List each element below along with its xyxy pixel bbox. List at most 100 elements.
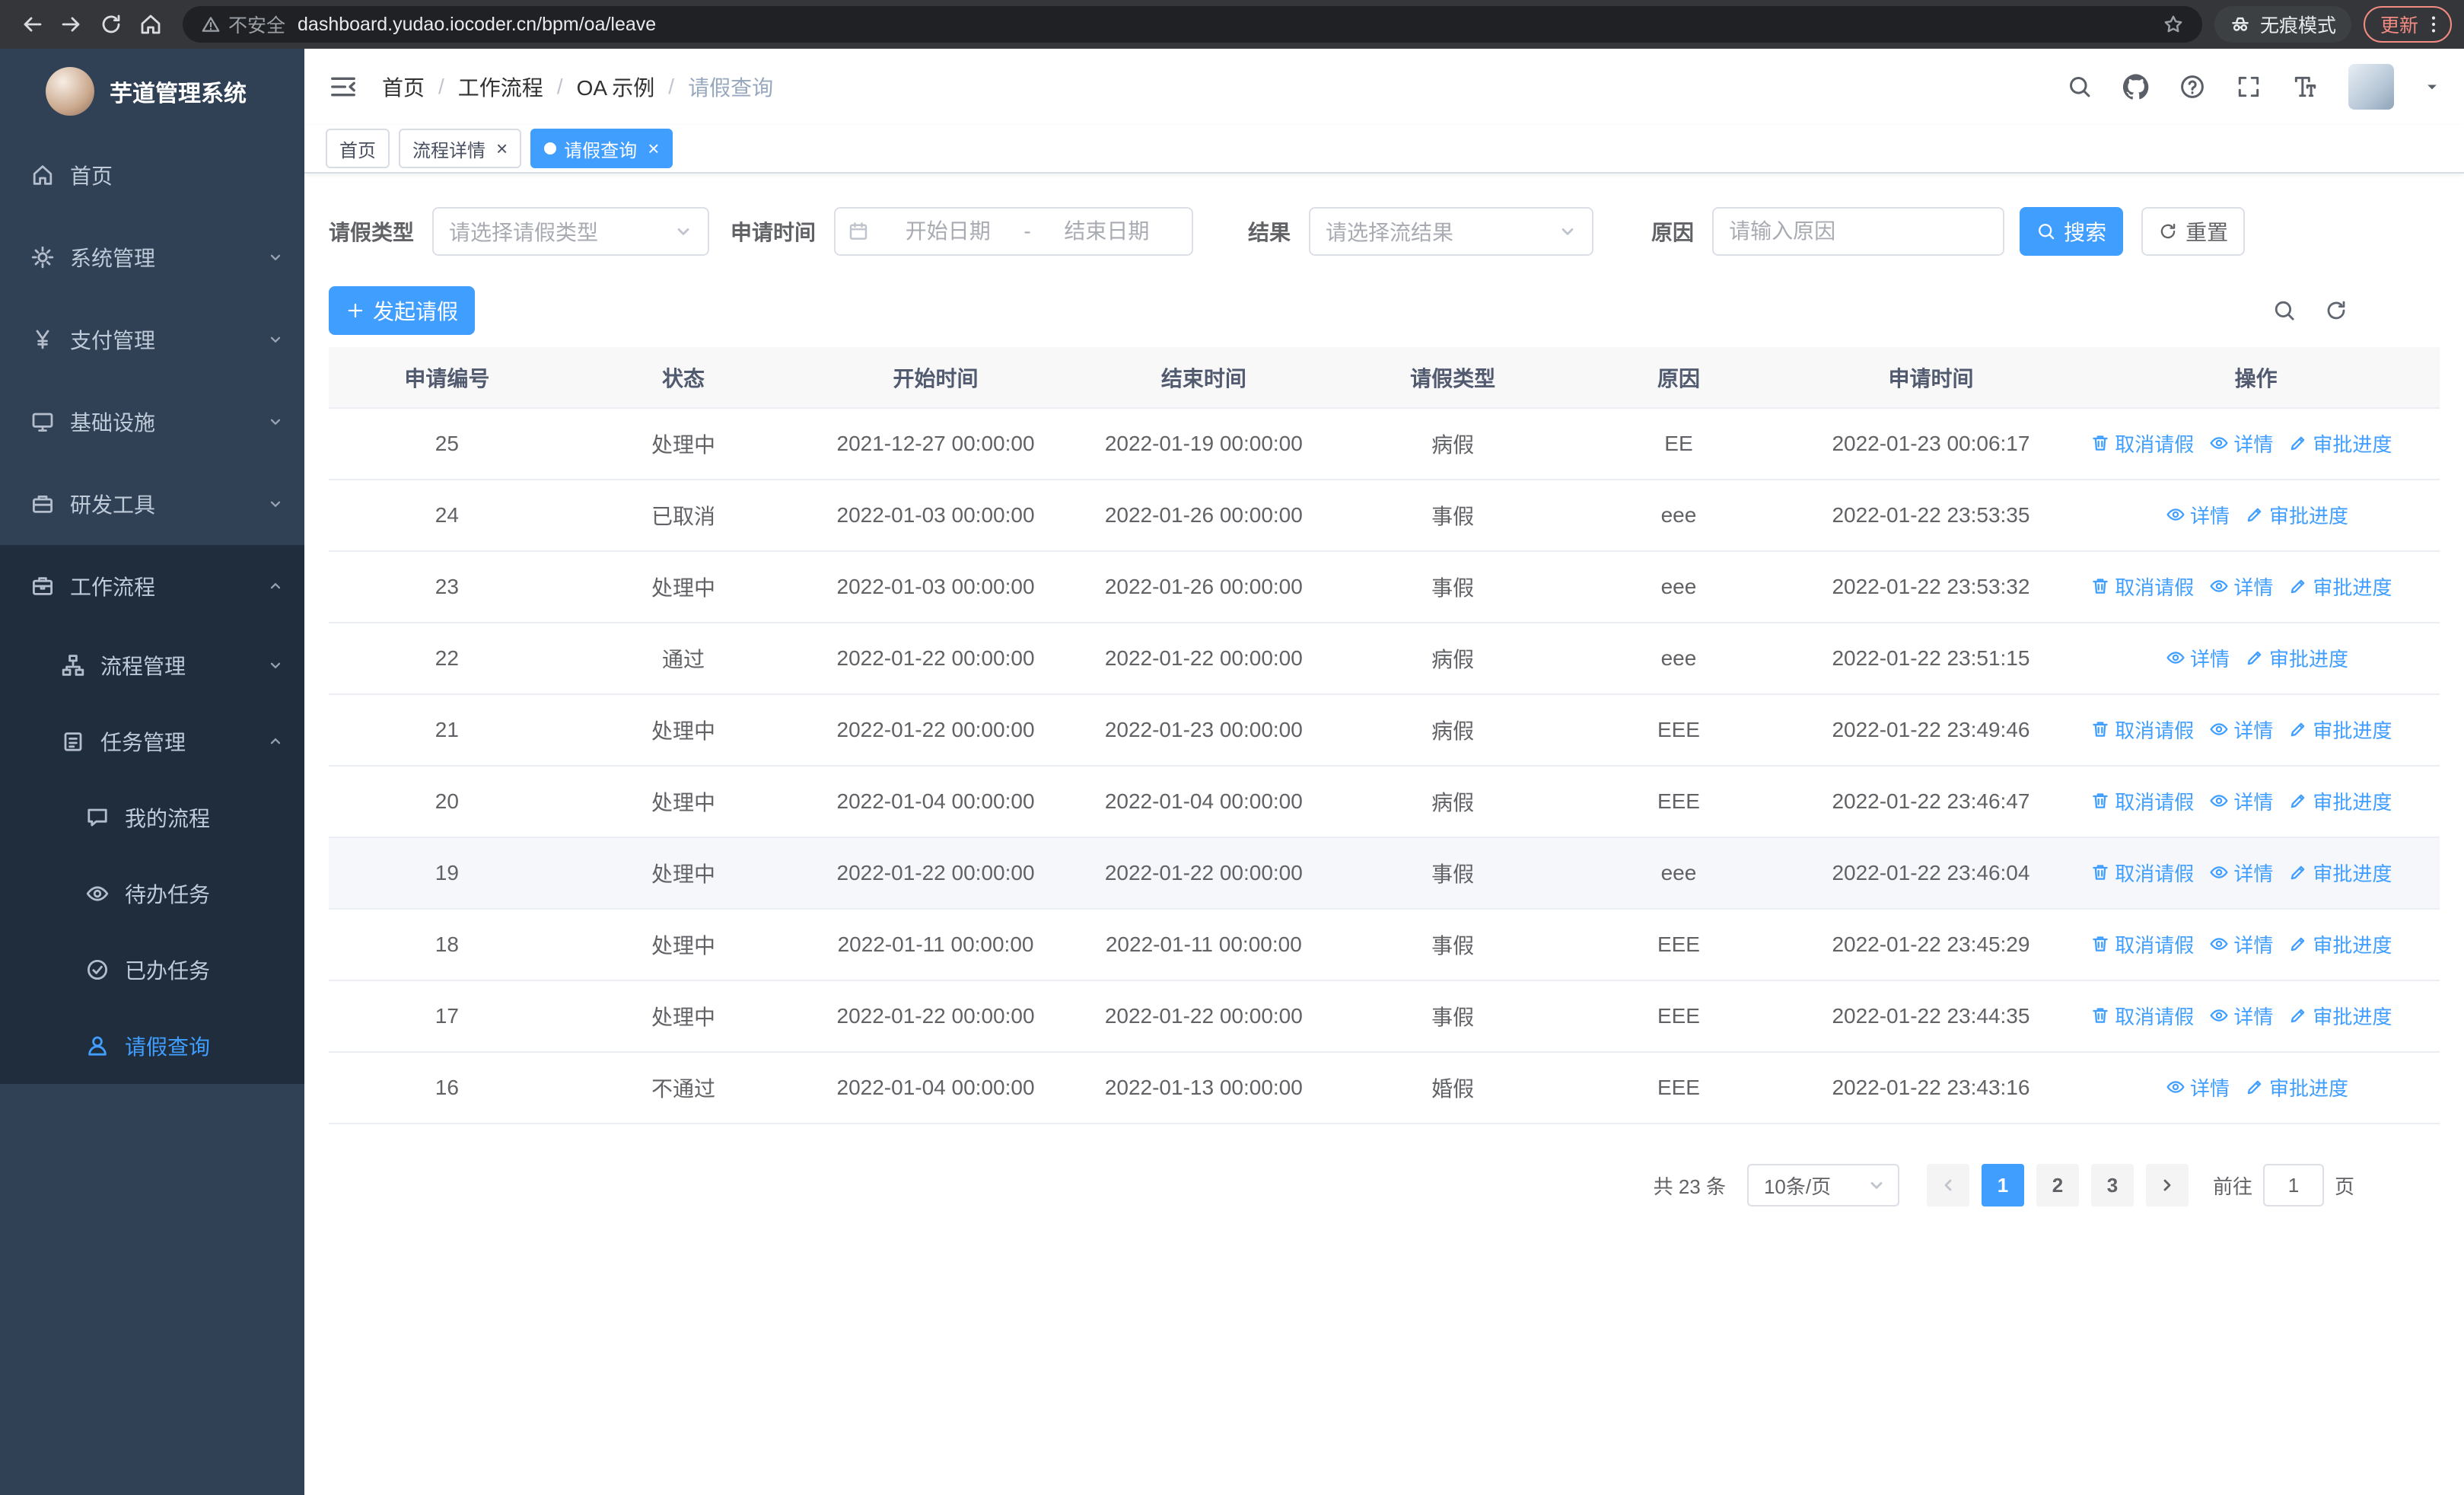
cancel-leave-link[interactable]: 取消请假	[2090, 859, 2194, 887]
detail-link[interactable]: 详情	[2166, 1073, 2230, 1101]
pagination-prev-button[interactable]	[1926, 1164, 1969, 1207]
detail-link[interactable]: 详情	[2209, 859, 2273, 887]
sidebar-item-task-management[interactable]: 任务管理	[0, 703, 304, 779]
security-chip[interactable]: 不安全	[201, 11, 285, 38]
total-count: 共 23 条	[1653, 1175, 1726, 1198]
back-icon[interactable]	[12, 5, 52, 44]
sidebar-item-leave-query[interactable]: 请假查询	[0, 1008, 304, 1084]
tab-home[interactable]: 首页	[326, 129, 390, 168]
progress-link[interactable]: 审批进度	[2288, 716, 2392, 744]
tab-process-detail[interactable]: 流程详情 ×	[399, 129, 522, 168]
pagination-next-button[interactable]	[2145, 1164, 2189, 1207]
goto-page-input[interactable]	[2262, 1164, 2324, 1207]
table-row: 18 处理中 2022-01-11 00:00:00 2022-01-11 00:00…	[329, 909, 2440, 981]
collapse-sidebar-icon[interactable]	[329, 72, 358, 101]
cell-start-time: 2022-01-04 00:00:00	[801, 766, 1070, 838]
sidebar-item-label: 系统管理	[70, 247, 156, 270]
pagination-page-1[interactable]: 1	[1981, 1164, 2024, 1207]
start-date-input[interactable]	[875, 218, 1021, 245]
progress-link[interactable]: 审批进度	[2288, 930, 2392, 958]
flow-icon	[61, 653, 85, 677]
reason-input[interactable]	[1712, 207, 2005, 256]
progress-link[interactable]: 审批进度	[2245, 644, 2348, 672]
bookmark-star-icon[interactable]	[2163, 14, 2184, 35]
leave-type-select[interactable]: 请选择请假类型	[432, 207, 710, 256]
breadcrumb-separator: /	[438, 75, 444, 98]
tags-view: 首页 流程详情 × 请假查询 ×	[304, 125, 2464, 174]
sidebar-item-process-management[interactable]: 流程管理	[0, 627, 304, 703]
breadcrumb-item[interactable]: OA 示例	[577, 72, 655, 102]
progress-link[interactable]: 审批进度	[2288, 859, 2392, 887]
pagination-page-2[interactable]: 2	[2036, 1164, 2079, 1207]
tab-leave-query[interactable]: 请假查询 ×	[530, 129, 673, 168]
forward-icon[interactable]	[52, 5, 91, 44]
detail-link[interactable]: 详情	[2166, 644, 2230, 672]
cell-apply-time: 2022-01-22 23:46:04	[1789, 837, 2073, 910]
user-avatar[interactable]	[2348, 64, 2394, 110]
sidebar-item-workflow[interactable]: 工作流程	[0, 545, 304, 627]
detail-link[interactable]: 详情	[2209, 716, 2273, 744]
cancel-leave-link[interactable]: 取消请假	[2090, 716, 2194, 744]
address-bar[interactable]: 不安全 dashboard.yudao.iocoder.cn/bpm/oa/le…	[183, 6, 2202, 43]
fullscreen-icon[interactable]	[2236, 74, 2262, 100]
cell-end-time: 2022-01-26 00:00:00	[1069, 480, 1338, 552]
create-leave-button[interactable]: 发起请假	[329, 286, 476, 335]
refresh-table-icon[interactable]	[2324, 298, 2348, 323]
sidebar-item-dev-tools[interactable]: 研发工具	[0, 463, 304, 545]
progress-link[interactable]: 审批进度	[2245, 1073, 2348, 1101]
breadcrumb-item[interactable]: 工作流程	[458, 72, 543, 102]
toggle-search-icon[interactable]	[2272, 298, 2297, 323]
sidebar-item-todo-tasks[interactable]: 待办任务	[0, 856, 304, 932]
progress-link[interactable]: 审批进度	[2288, 572, 2392, 601]
update-chip[interactable]: 更新	[2363, 6, 2452, 43]
sidebar-item-infrastructure[interactable]: 基础设施	[0, 381, 304, 463]
pagination: 共 23 条 10条/页 123 前往 页	[329, 1164, 2440, 1207]
screen: 不安全 dashboard.yudao.iocoder.cn/bpm/oa/le…	[0, 0, 2464, 1495]
url-text[interactable]: dashboard.yudao.iocoder.cn/bpm/oa/leave	[298, 14, 2150, 36]
reset-button[interactable]: 重置	[2141, 207, 2246, 256]
cancel-leave-link[interactable]: 取消请假	[2090, 787, 2194, 815]
close-icon[interactable]: ×	[648, 139, 659, 158]
cancel-leave-link[interactable]: 取消请假	[2090, 429, 2194, 457]
breadcrumb-item[interactable]: 首页	[382, 72, 425, 102]
sidebar-item-payment-management[interactable]: 支付管理	[0, 298, 304, 381]
gear-icon	[30, 245, 55, 269]
close-icon[interactable]: ×	[496, 139, 508, 158]
cancel-leave-link[interactable]: 取消请假	[2090, 572, 2194, 601]
progress-link[interactable]: 审批进度	[2288, 787, 2392, 815]
sidebar-item-my-process[interactable]: 我的流程	[0, 779, 304, 856]
detail-link[interactable]: 详情	[2166, 501, 2230, 529]
search-button[interactable]: 搜索	[2020, 207, 2124, 256]
end-date-input[interactable]	[1033, 218, 1180, 245]
font-size-icon[interactable]	[2292, 74, 2318, 100]
table-row: 20 处理中 2022-01-04 00:00:00 2022-01-04 00:00…	[329, 766, 2440, 838]
progress-link[interactable]: 审批进度	[2288, 429, 2392, 457]
page-size-select[interactable]: 10条/页	[1746, 1164, 1899, 1207]
cancel-leave-link[interactable]: 取消请假	[2090, 1002, 2194, 1030]
reload-icon[interactable]	[91, 5, 131, 44]
detail-link[interactable]: 详情	[2209, 429, 2273, 457]
sidebar-item-done-tasks[interactable]: 已办任务	[0, 932, 304, 1008]
help-icon[interactable]	[2179, 74, 2205, 100]
sidebar-item-system-management[interactable]: 系统管理	[0, 216, 304, 298]
detail-link[interactable]: 详情	[2209, 572, 2273, 601]
pagination-page-3[interactable]: 3	[2090, 1164, 2134, 1207]
browser-home-icon[interactable]	[131, 5, 170, 44]
sidebar-submenu: 流程管理 任务管理 我的流程 待办任务 已办任务 请假查询	[0, 627, 304, 1084]
progress-link[interactable]: 审批进度	[2245, 501, 2348, 529]
chevron-up-icon	[268, 734, 283, 749]
pagination-pages: 123	[1975, 1164, 2140, 1207]
menu-dots-icon[interactable]	[2423, 14, 2444, 35]
search-icon[interactable]	[2067, 74, 2093, 100]
detail-link[interactable]: 详情	[2209, 930, 2273, 958]
progress-link[interactable]: 审批进度	[2288, 1002, 2392, 1030]
result-select[interactable]: 请选择流结果	[1309, 207, 1594, 256]
cell-apply-time: 2022-01-22 23:45:29	[1789, 909, 2073, 981]
github-icon[interactable]	[2123, 74, 2149, 100]
apply-time-range-picker[interactable]: -	[834, 207, 1194, 256]
detail-link[interactable]: 详情	[2209, 787, 2273, 815]
detail-link[interactable]: 详情	[2209, 1002, 2273, 1030]
cancel-leave-link[interactable]: 取消请假	[2090, 930, 2194, 958]
avatar-caret-icon[interactable]	[2424, 79, 2440, 94]
sidebar-item-home[interactable]: 首页	[0, 134, 304, 216]
